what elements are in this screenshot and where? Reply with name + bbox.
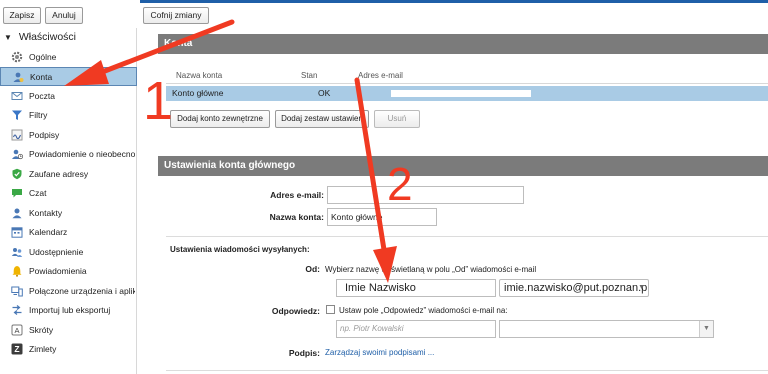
from-name-field[interactable]: Imie Nazwisko [336, 279, 496, 297]
signature-label: Podpis: [288, 348, 320, 358]
sidebar-item-label: Skróty [29, 325, 54, 335]
chat-icon [11, 187, 23, 199]
from-hint-text: Wybierz nazwę wyświetlaną w polu „Od” wi… [325, 265, 537, 274]
sidebar-header-label: Właściwości [18, 31, 77, 43]
main-account-section-header: Ustawienia konta głównego [158, 156, 768, 176]
sidebar-item-label: Zaufane adresy [29, 169, 89, 179]
sidebar-item-label: Zimlety [29, 344, 57, 354]
sidebar-item-accounts[interactable]: Konta [0, 67, 137, 86]
filter-icon [11, 109, 23, 121]
gear-icon [11, 51, 23, 63]
mail-icon [11, 90, 23, 102]
column-header-email[interactable]: Adres e-mail [358, 71, 403, 80]
absence-icon [11, 148, 23, 160]
import-export-icon [11, 304, 23, 316]
from-email-select[interactable]: imie.nazwisko@put.poznan.pl ▼ [499, 279, 649, 297]
account-name-field[interactable]: Konto główne [327, 208, 437, 226]
sidebar-item-mail[interactable]: Poczta [0, 87, 137, 106]
column-header-status[interactable]: Stan [301, 71, 317, 80]
sidebar-item-calendar[interactable]: Kalendarz [0, 223, 137, 242]
sidebar-item-label: Powiadomienia [29, 266, 87, 276]
top-toolbar: Zapisz Anuluj Cofnij zmiany [0, 0, 768, 28]
shield-icon [11, 168, 23, 180]
sidebar-item-shortcuts[interactable]: A Skróty [0, 321, 137, 340]
sidebar-item-label: Kalendarz [29, 227, 68, 237]
section-divider [166, 236, 768, 237]
sidebar-item-label: Poczta [29, 91, 55, 101]
bottom-divider [166, 370, 768, 371]
sidebar-item-notifications[interactable]: Powiadomienia [0, 262, 137, 281]
account-name-label: Nazwa konta: [269, 212, 324, 222]
settings-sidebar: ▼ Właściwości Ogólne Konta Poczta Filtry… [0, 28, 137, 374]
sidebar-item-label: Kontakty [29, 208, 63, 218]
chevron-down-icon[interactable]: ▼ [699, 321, 713, 337]
add-external-account-button[interactable]: Dodaj konto zewnętrzne [170, 110, 270, 128]
sidebar-item-label: Połączone urządzenia i aplikacje [29, 286, 135, 296]
reply-email-select[interactable]: ▼ [499, 320, 714, 338]
manage-signatures-link[interactable]: Zarządzaj swoimi podpisami ... [325, 348, 434, 357]
sidebar-item-filters[interactable]: Filtry [0, 106, 137, 125]
accounts-table-header: Nazwa konta Stan Adres e-mail [166, 70, 768, 84]
sidebar-item-absence[interactable]: Powiadomienie o nieobecności [0, 145, 137, 164]
table-row[interactable]: Konto główne OK [166, 86, 768, 101]
svg-text:Z: Z [14, 344, 19, 354]
sidebar-item-label: Powiadomienie o nieobecności [29, 149, 135, 159]
bell-icon [11, 265, 23, 277]
undo-changes-button[interactable]: Cofnij zmiany [143, 7, 209, 24]
top-accent-line [140, 0, 768, 3]
reply-checkbox[interactable] [326, 305, 335, 314]
svg-text:A: A [14, 326, 19, 335]
sidebar-item-signatures[interactable]: Podpisy [0, 126, 137, 145]
signature-icon [11, 129, 23, 141]
add-settings-set-button[interactable]: Dodaj zestaw ustawień [275, 110, 369, 128]
email-field[interactable] [327, 186, 524, 204]
reply-label: Odpowiedz: [271, 306, 320, 316]
shortcuts-icon: A [11, 324, 23, 336]
zimlet-icon: Z [11, 343, 23, 355]
sending-settings-header: Ustawienia wiadomości wysyłanych: [170, 245, 310, 254]
collapse-triangle-icon[interactable]: ▼ [4, 33, 12, 42]
from-label: Od: [305, 264, 320, 274]
sidebar-header[interactable]: ▼ Właściwości [4, 31, 76, 43]
sidebar-item-label: Filtry [29, 110, 48, 120]
sidebar-item-label: Konta [30, 72, 53, 82]
sidebar-item-contacts[interactable]: Kontakty [0, 204, 137, 223]
sidebar-item-import-export[interactable]: Importuj lub eksportuj [0, 301, 137, 320]
contacts-icon [11, 207, 23, 219]
save-button[interactable]: Zapisz [3, 7, 41, 24]
cancel-button[interactable]: Anuluj [45, 7, 83, 24]
devices-icon [11, 285, 23, 297]
sidebar-item-label: Podpisy [29, 130, 60, 140]
sidebar-item-trusted[interactable]: Zaufane adresy [0, 165, 137, 184]
column-header-account-name[interactable]: Nazwa konta [176, 71, 222, 80]
sidebar-item-chat[interactable]: Czat [0, 184, 137, 203]
sidebar-item-general[interactable]: Ogólne [0, 48, 137, 67]
sidebar-item-label: Ogólne [29, 52, 57, 62]
sidebar-item-label: Czat [29, 188, 47, 198]
account-icon [12, 71, 24, 83]
chevron-down-icon[interactable]: ▼ [638, 284, 645, 291]
sidebar-item-label: Udostępnienie [29, 247, 84, 257]
sidebar-item-devices[interactable]: Połączone urządzenia i aplikacje [0, 282, 137, 301]
reply-name-field[interactable]: np. Piotr Kowalski [336, 320, 496, 338]
accounts-section-header: Konta [158, 34, 768, 54]
from-email-value: imie.nazwisko@put.poznan.pl [504, 282, 649, 294]
main-panel: Konta Nazwa konta Stan Adres e-mail Kont… [158, 28, 768, 374]
account-name-cell: Konto główne [172, 88, 224, 98]
delete-account-button[interactable]: Usuń [374, 110, 420, 128]
account-status-cell: OK [318, 88, 331, 98]
sidebar-item-zimlets[interactable]: Z Zimlety [0, 340, 137, 359]
sidebar-item-sharing[interactable]: Udostępnienie [0, 243, 137, 262]
sidebar-item-label: Importuj lub eksportuj [29, 305, 111, 315]
account-email-cell [391, 90, 531, 97]
reply-checkbox-text: Ustaw pole „Odpowiedz” wiadomości e-mail… [339, 306, 508, 315]
share-icon [11, 246, 23, 258]
calendar-icon [11, 226, 23, 238]
email-label: Adres e-mail: [270, 190, 324, 200]
